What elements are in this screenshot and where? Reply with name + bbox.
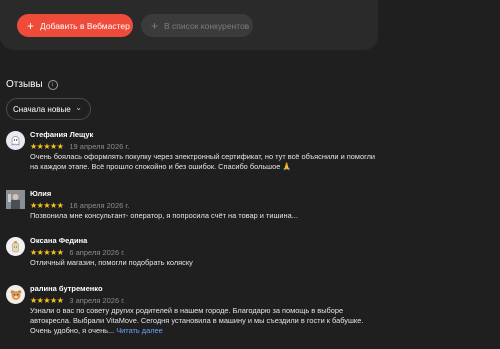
review-author[interactable]: Оксана Федина — [30, 236, 380, 246]
plus-icon: + — [27, 18, 35, 33]
add-to-competitors-button[interactable]: + В список конкурентов — [141, 14, 253, 37]
bottle-avatar-icon — [12, 241, 19, 253]
review-text: Узнали о вас по совету других родителей … — [30, 306, 380, 336]
avatar[interactable] — [6, 131, 25, 150]
rating-stars: ★★★★★ — [30, 296, 64, 305]
avatar[interactable] — [6, 190, 25, 209]
review-date: 16 апреля 2026 г. — [69, 201, 130, 210]
review-author[interactable]: Юлия — [30, 189, 380, 199]
review-author[interactable]: Стефания Лещук — [30, 130, 380, 140]
read-more-link[interactable]: Читать далее — [116, 326, 163, 335]
reviews-header: Отзывы i — [6, 79, 58, 90]
review-text: Очень боялась оформлять покупку через эл… — [30, 152, 376, 171]
review-text: Позвонила мне консультант- оператор, я п… — [30, 211, 298, 220]
add-to-webmaster-label: Добавить в Вебмастер — [40, 20, 130, 31]
review-text: Отличный магазин, помогли подобрать коля… — [30, 258, 193, 267]
add-to-competitors-label: В список конкурентов — [164, 20, 250, 31]
avatar[interactable] — [6, 285, 25, 304]
reviews-title: Отзывы — [6, 79, 43, 90]
review-text-content: Узнали о вас по совету других родителей … — [30, 306, 364, 335]
bear-avatar-icon — [10, 289, 21, 300]
ghost-avatar-icon — [11, 136, 20, 146]
plus-icon: + — [151, 18, 159, 33]
add-to-webmaster-button[interactable]: + Добавить в Вебмастер — [17, 14, 133, 37]
chevron-down-icon: ⌄ — [75, 103, 82, 112]
info-icon[interactable]: i — [47, 79, 58, 90]
photo-avatar-icon — [6, 190, 25, 209]
rating-stars: ★★★★★ — [30, 201, 64, 210]
review-date: 6 апреля 2026 г. — [69, 248, 126, 257]
top-card: + Добавить в Вебмастер + В список конкур… — [0, 0, 378, 50]
rating-stars: ★★★★★ — [30, 142, 64, 151]
avatar[interactable] — [6, 237, 25, 256]
review-date: 3 апреля 2026 г. — [69, 296, 126, 305]
rating-stars: ★★★★★ — [30, 248, 64, 257]
review-author[interactable]: ралина бутременко — [30, 284, 380, 294]
review-date: 19 апреля 2026 г. — [69, 142, 130, 151]
sort-dropdown[interactable]: Сначала новые ⌄ — [6, 98, 91, 120]
sort-label: Сначала новые — [13, 104, 71, 114]
